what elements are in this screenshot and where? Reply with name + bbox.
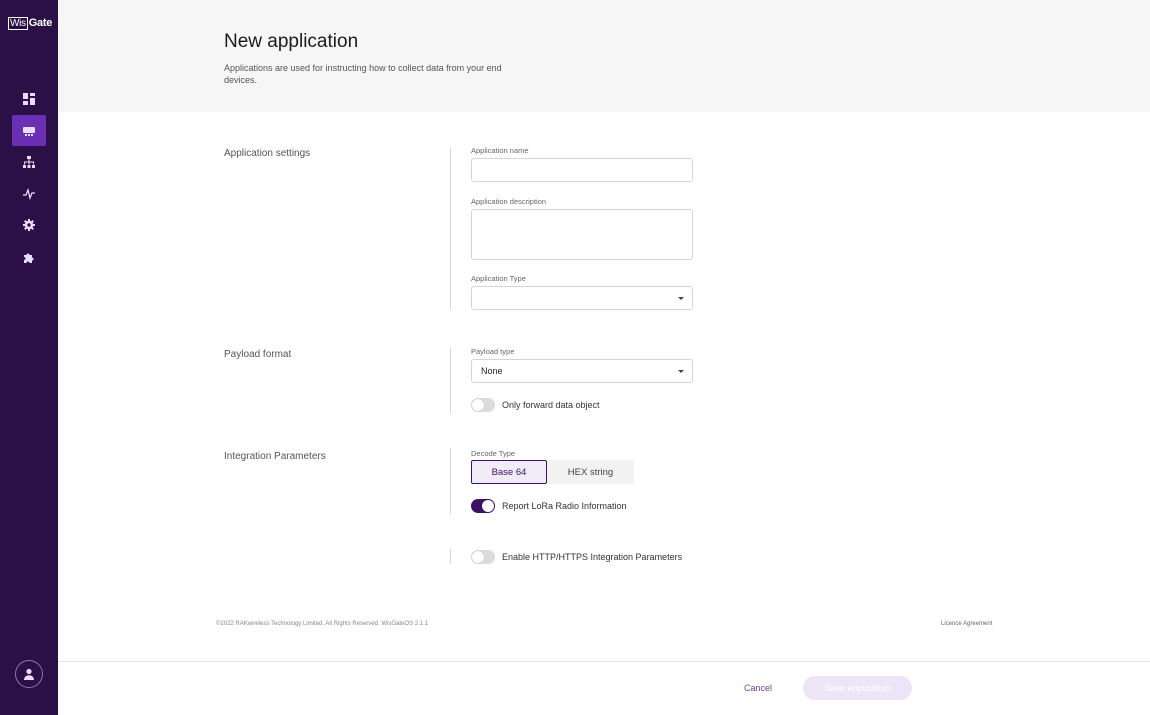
application-name-input[interactable] — [471, 158, 693, 182]
enable-http-integration-toggle[interactable] — [471, 550, 495, 564]
section-divider — [450, 448, 451, 514]
section-divider — [450, 549, 451, 564]
sidebar: Wis Gate — [0, 0, 58, 715]
decode-type-hex-button[interactable]: HEX string — [547, 460, 634, 484]
sidebar-item-dashboard[interactable] — [12, 83, 46, 114]
save-application-button[interactable]: Save application — [803, 676, 912, 700]
applications-icon — [23, 126, 35, 136]
dashboard-icon — [23, 92, 35, 105]
cancel-button[interactable]: Cancel — [744, 683, 772, 693]
gear-icon — [23, 218, 35, 231]
section-label-payload-format: Payload format — [224, 349, 292, 360]
network-icon — [23, 155, 35, 168]
page-description: Applications are used for instructing ho… — [224, 63, 502, 85]
chevron-down-icon — [678, 297, 684, 300]
application-name-label: Application name — [471, 146, 529, 155]
sidebar-item-activity[interactable] — [12, 178, 46, 209]
puzzle-icon — [24, 253, 34, 263]
report-lora-radio-toggle[interactable] — [471, 499, 495, 513]
section-divider — [450, 147, 451, 310]
activity-icon — [23, 187, 35, 200]
application-description-textarea[interactable] — [471, 209, 693, 260]
section-label-application-settings: Application settings — [224, 148, 311, 159]
decode-type-base64-button[interactable]: Base 64 — [471, 460, 547, 484]
payload-type-label: Payload type — [471, 347, 515, 356]
user-avatar-button[interactable] — [15, 660, 43, 688]
sidebar-item-applications[interactable] — [12, 115, 46, 146]
application-type-select[interactable] — [471, 286, 693, 310]
application-description-label: Application description — [471, 197, 547, 206]
sidebar-item-extensions[interactable] — [12, 241, 46, 272]
section-divider — [450, 347, 451, 414]
wisgate-logo[interactable]: Wis Gate — [8, 17, 52, 30]
page-header: New application Applications are used fo… — [58, 0, 1150, 112]
page-title: New application — [224, 31, 359, 52]
sidebar-item-settings[interactable] — [12, 209, 46, 240]
action-bar — [58, 661, 1150, 715]
enable-http-integration-label: Enable HTTP/HTTPS Integration Parameters — [502, 552, 683, 562]
application-type-label: Application Type — [471, 274, 526, 283]
copyright-text: ©2022 RAKwireless Technology Limited. Al… — [216, 621, 429, 627]
payload-type-select[interactable]: None — [471, 359, 693, 383]
user-icon — [24, 668, 34, 680]
only-forward-data-object-label: Only forward data object — [502, 400, 600, 410]
section-label-integration-parameters: Integration Parameters — [224, 451, 326, 462]
sidebar-item-network[interactable] — [12, 146, 46, 177]
decode-type-label: Decode Type — [471, 449, 516, 458]
report-lora-radio-label: Report LoRa Radio Information — [502, 501, 627, 511]
licence-agreement-link[interactable]: Licence Agreement — [941, 621, 992, 627]
chevron-down-icon — [678, 370, 684, 373]
only-forward-data-object-toggle[interactable] — [471, 398, 495, 412]
